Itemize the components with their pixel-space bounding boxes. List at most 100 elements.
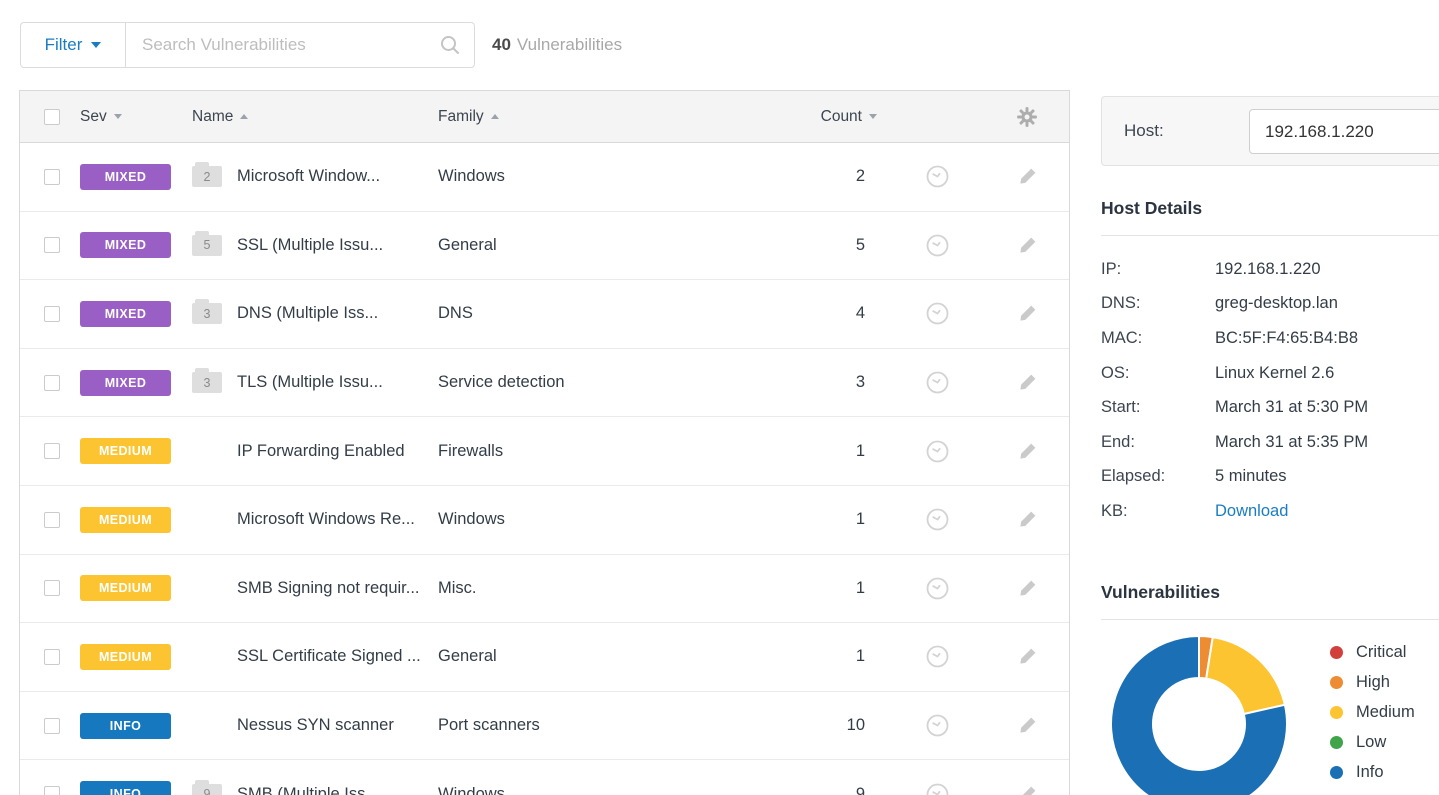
legend-dot xyxy=(1330,706,1343,719)
row-checkbox[interactable] xyxy=(44,580,60,596)
vulnerability-name[interactable]: Microsoft Windows Re... xyxy=(237,510,415,529)
vulnerability-name[interactable]: SSL (Multiple Issu... xyxy=(237,236,383,255)
table-row[interactable]: MEDIUM SSL Certificate Signed ... Genera… xyxy=(20,623,1069,692)
snooze-clock-icon[interactable] xyxy=(925,644,950,669)
snooze-clock-icon[interactable] xyxy=(925,370,950,395)
edit-pencil-icon[interactable] xyxy=(1017,303,1038,324)
edit-pencil-icon[interactable] xyxy=(1017,441,1038,462)
table-row[interactable]: MIXED 5 SSL (Multiple Issu... General 5 xyxy=(20,212,1069,281)
vulnerability-name[interactable]: IP Forwarding Enabled xyxy=(237,442,405,461)
snooze-clock-icon[interactable] xyxy=(925,233,950,258)
donut-slice-medium[interactable] xyxy=(1206,637,1285,714)
host-details-title: Host Details xyxy=(1101,198,1202,219)
row-checkbox[interactable] xyxy=(44,375,60,391)
sort-asc-icon xyxy=(240,114,248,119)
table-row[interactable]: MIXED 3 TLS (Multiple Issu... Service de… xyxy=(20,349,1069,418)
detail-value: March 31 at 5:35 PM xyxy=(1215,433,1368,452)
filter-button[interactable]: Filter xyxy=(20,22,126,68)
folder-icon[interactable]: 9 xyxy=(192,784,222,795)
gear-icon[interactable] xyxy=(1016,106,1038,128)
legend-item-info[interactable]: Info xyxy=(1330,757,1415,787)
legend-item-high[interactable]: High xyxy=(1330,667,1415,697)
table-row[interactable]: INFO 9 SMB (Multiple Iss... Windows 9 xyxy=(20,760,1069,795)
vulnerability-name[interactable]: SMB Signing not requir... xyxy=(237,579,420,598)
vulnerability-name[interactable]: SMB (Multiple Iss... xyxy=(237,785,379,795)
legend-dot xyxy=(1330,766,1343,779)
edit-pencil-icon[interactable] xyxy=(1017,784,1038,795)
row-checkbox[interactable] xyxy=(44,786,60,795)
snooze-clock-icon[interactable] xyxy=(925,576,950,601)
legend-label: Medium xyxy=(1356,703,1415,722)
row-checkbox[interactable] xyxy=(44,512,60,528)
edit-pencil-icon[interactable] xyxy=(1017,715,1038,736)
legend-item-medium[interactable]: Medium xyxy=(1330,697,1415,727)
row-checkbox[interactable] xyxy=(44,237,60,253)
snooze-clock-icon[interactable] xyxy=(925,301,950,326)
family-name: Service detection xyxy=(438,373,769,392)
vulnerabilities-donut-chart[interactable] xyxy=(1103,628,1295,795)
vulnerability-count-value: 40 xyxy=(492,35,511,55)
detail-label: MAC: xyxy=(1101,329,1215,348)
vulnerability-name[interactable]: Nessus SYN scanner xyxy=(237,716,394,735)
detail-value: 5 minutes xyxy=(1215,467,1287,486)
column-header-sev[interactable]: Sev xyxy=(80,108,192,126)
count-value: 2 xyxy=(769,167,889,186)
snooze-clock-icon[interactable] xyxy=(925,507,950,532)
severity-badge: MEDIUM xyxy=(80,507,171,533)
family-name: Port scanners xyxy=(438,716,769,735)
legend-item-low[interactable]: Low xyxy=(1330,727,1415,757)
table-row[interactable]: MEDIUM IP Forwarding Enabled Firewalls 1 xyxy=(20,417,1069,486)
column-header-family-label: Family xyxy=(438,108,484,126)
edit-pencil-icon[interactable] xyxy=(1017,578,1038,599)
vulnerability-name[interactable]: DNS (Multiple Iss... xyxy=(237,304,378,323)
edit-pencil-icon[interactable] xyxy=(1017,235,1038,256)
search-input[interactable] xyxy=(126,22,475,68)
severity-badge: INFO xyxy=(80,781,171,795)
edit-pencil-icon[interactable] xyxy=(1017,646,1038,667)
snooze-clock-icon[interactable] xyxy=(925,164,950,189)
row-checkbox[interactable] xyxy=(44,169,60,185)
host-detail-row: Elapsed:5 minutes xyxy=(1101,460,1439,495)
table-row[interactable]: MEDIUM Microsoft Windows Re... Windows 1 xyxy=(20,486,1069,555)
snooze-clock-icon[interactable] xyxy=(925,713,950,738)
detail-label: Start: xyxy=(1101,398,1215,417)
family-name: General xyxy=(438,236,769,255)
folder-icon[interactable]: 2 xyxy=(192,166,222,187)
legend-item-critical[interactable]: Critical xyxy=(1330,637,1415,667)
legend-label: Info xyxy=(1356,763,1384,782)
vulnerabilities-table: Sev Name Family Count xyxy=(19,90,1070,795)
edit-pencil-icon[interactable] xyxy=(1017,509,1038,530)
row-checkbox[interactable] xyxy=(44,718,60,734)
folder-icon[interactable]: 5 xyxy=(192,235,222,256)
row-checkbox[interactable] xyxy=(44,649,60,665)
detail-label: IP: xyxy=(1101,260,1215,279)
host-select[interactable]: 192.168.1.220 xyxy=(1249,109,1439,154)
host-detail-row: End:March 31 at 5:35 PM xyxy=(1101,425,1439,460)
row-checkbox[interactable] xyxy=(44,443,60,459)
chart-legend: CriticalHigh Medium Low Info xyxy=(1330,637,1415,787)
column-header-count[interactable]: Count xyxy=(769,108,889,126)
kb-download-link[interactable]: Download xyxy=(1215,502,1288,521)
select-all-checkbox[interactable] xyxy=(44,109,60,125)
vulnerability-name[interactable]: Microsoft Window... xyxy=(237,167,380,186)
vulnerability-name[interactable]: SSL Certificate Signed ... xyxy=(237,647,421,666)
row-checkbox[interactable] xyxy=(44,306,60,322)
vulnerability-name[interactable]: TLS (Multiple Issu... xyxy=(237,373,383,392)
snooze-clock-icon[interactable] xyxy=(925,782,950,795)
count-value: 1 xyxy=(769,579,889,598)
column-header-sev-label: Sev xyxy=(80,108,107,126)
folder-icon[interactable]: 3 xyxy=(192,372,222,393)
table-row[interactable]: INFO Nessus SYN scanner Port scanners 10 xyxy=(20,692,1069,761)
folder-icon[interactable]: 3 xyxy=(192,303,222,324)
host-details-list: IP:192.168.1.220DNS:greg-desktop.lanMAC:… xyxy=(1101,252,1439,529)
edit-pencil-icon[interactable] xyxy=(1017,166,1038,187)
table-row[interactable]: MIXED 3 DNS (Multiple Iss... DNS 4 xyxy=(20,280,1069,349)
table-row[interactable]: MIXED 2 Microsoft Window... Windows 2 xyxy=(20,143,1069,212)
table-header: Sev Name Family Count xyxy=(20,91,1069,143)
edit-pencil-icon[interactable] xyxy=(1017,372,1038,393)
host-detail-row: DNS:greg-desktop.lan xyxy=(1101,287,1439,322)
column-header-name[interactable]: Name xyxy=(192,108,438,126)
column-header-family[interactable]: Family xyxy=(438,108,769,126)
snooze-clock-icon[interactable] xyxy=(925,439,950,464)
table-row[interactable]: MEDIUM SMB Signing not requir... Misc. 1 xyxy=(20,555,1069,624)
